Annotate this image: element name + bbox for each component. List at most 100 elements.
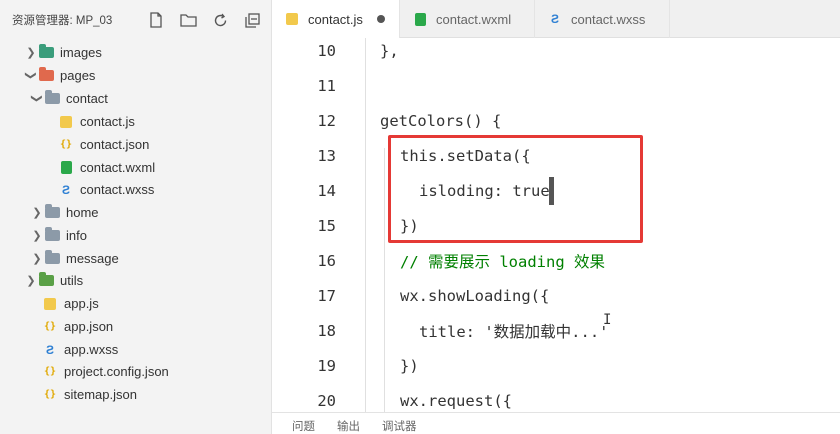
new-folder-icon[interactable] (172, 8, 204, 32)
chevron-right-icon: ❯ (26, 275, 36, 287)
tab-problems[interactable]: 问题 (292, 418, 315, 434)
tree-file-project-config[interactable]: {} project.config.json (42, 360, 169, 383)
tree-item-label: app.js (64, 296, 99, 311)
tree-item-label: app.json (64, 319, 114, 334)
line-number: 18 (317, 321, 336, 340)
tree-item-label: app.wxss (64, 342, 119, 357)
chevron-right-icon: ❯ (32, 207, 42, 219)
text-cursor (549, 177, 554, 205)
tree-file-app-wxss[interactable]: Ƨ app.wxss (42, 338, 118, 361)
code-line: 20 wx.request({ (272, 383, 840, 412)
tab-contact-js[interactable]: contact.js (272, 0, 400, 38)
explorer-header: 资源管理器: MP_03 (0, 0, 271, 40)
code-text: wx.showLoading({ (400, 286, 550, 305)
tree-item-label: project.config.json (64, 364, 169, 379)
line-number: 20 (317, 391, 336, 410)
red-highlight-annotation (388, 135, 643, 243)
tree-file-contact-wxml[interactable]: contact.wxml (58, 156, 155, 179)
editor-tab-bar: contact.js contact.wxml Ƨ contact.wxss (272, 0, 840, 38)
code-text: getColors() { (380, 111, 502, 130)
tree-folder-utils[interactable]: ❯ utils (24, 269, 83, 292)
line-number: 19 (317, 356, 336, 375)
js-file-icon (58, 115, 74, 129)
tree-file-app-js[interactable]: app.js (42, 292, 99, 315)
code-line: 11 (272, 68, 840, 103)
tab-contact-wxml[interactable]: contact.wxml (400, 0, 535, 38)
code-comment: // 需要展示 loading 效果 (400, 252, 605, 271)
tab-debugger[interactable]: 调试器 (382, 418, 417, 434)
folder-icon (44, 90, 60, 106)
chevron-right-icon: ❯ (26, 47, 36, 59)
new-file-icon[interactable] (140, 8, 172, 32)
tree-item-label: pages (60, 68, 96, 83)
js-file-icon (284, 12, 300, 26)
wxss-file-icon: Ƨ (61, 182, 70, 197)
tree-item-label: contact (66, 91, 108, 106)
code-line: 16 // 需要展示 loading 效果 (272, 243, 840, 278)
folder-icon (44, 250, 60, 266)
tree-item-label: contact.js (80, 114, 135, 129)
tree-item-label: home (66, 205, 99, 220)
tab-label: contact.js (308, 11, 363, 27)
chevron-right-icon: ❯ (32, 253, 42, 265)
tree-file-contact-wxss[interactable]: Ƨ contact.wxss (58, 178, 154, 201)
tree-item-label: contact.wxml (80, 160, 156, 175)
wxss-file-icon: Ƨ (550, 12, 559, 26)
tab-output[interactable]: 输出 (337, 418, 360, 434)
explorer-title: 资源管理器: MP_03 (12, 15, 113, 27)
mouse-ibeam-icon: I (603, 312, 612, 328)
code-text: }) (400, 356, 419, 375)
unsaved-dot-icon[interactable] (376, 15, 385, 23)
tree-item-label: message (66, 251, 119, 266)
folder-icon (38, 272, 54, 288)
chevron-right-icon: ❯ (32, 230, 42, 242)
chevron-down-icon: ❯ (24, 70, 37, 81)
line-number: 13 (317, 146, 336, 165)
tree-item-label: contact.json (80, 137, 150, 152)
tab-label: contact.wxml (436, 11, 512, 27)
code-line: 18 title: '数据加载中...' (272, 313, 840, 348)
js-file-icon (42, 297, 58, 311)
json-file-icon: {} (43, 321, 57, 332)
code-line: 12 getColors() { (272, 103, 840, 138)
tree-item-label: info (66, 228, 87, 243)
line-number: 12 (317, 111, 336, 130)
line-number: 17 (317, 286, 336, 305)
tree-file-contact-json[interactable]: {} contact.json (58, 133, 149, 156)
folder-icon (44, 204, 60, 220)
collapse-all-icon[interactable] (236, 8, 268, 32)
refresh-icon[interactable] (204, 8, 236, 32)
code-text: wx.request({ (400, 391, 512, 410)
code-text: title: '数据加载中...' (419, 322, 609, 341)
json-file-icon: {} (43, 366, 57, 377)
tree-folder-contact[interactable]: ❯ contact (30, 87, 108, 110)
tree-file-sitemap[interactable]: {} sitemap.json (42, 383, 137, 406)
tab-label: contact.wxss (571, 11, 646, 27)
code-text: }, (380, 41, 399, 60)
tree-file-app-json[interactable]: {} app.json (42, 315, 113, 338)
explorer-sidebar: 资源管理器: MP_03 ❯ images ❯ pages ❯ contact … (0, 0, 272, 434)
tree-folder-info[interactable]: ❯ info (30, 224, 87, 247)
tree-folder-message[interactable]: ❯ message (30, 247, 119, 270)
tree-folder-home[interactable]: ❯ home (30, 201, 99, 224)
line-number: 10 (317, 41, 336, 60)
tree-item-label: contact.wxss (80, 182, 155, 197)
code-line: 17 wx.showLoading({ (272, 278, 840, 313)
tree-item-label: utils (60, 273, 84, 288)
tree-item-label: images (60, 45, 102, 60)
tree-folder-images[interactable]: ❯ images (24, 41, 102, 64)
wxml-file-icon (412, 12, 428, 26)
tree-folder-pages[interactable]: ❯ pages (24, 64, 95, 87)
folder-icon (38, 67, 54, 83)
code-line: 10 }, (272, 38, 840, 68)
tree-item-label: sitemap.json (64, 387, 137, 402)
folder-icon (38, 44, 54, 60)
chevron-down-icon: ❯ (30, 93, 43, 104)
tree-file-contact-js[interactable]: contact.js (58, 110, 135, 133)
bottom-panel-tabs: 问题 输出 调试器 (272, 412, 840, 434)
wxss-file-icon: Ƨ (45, 342, 54, 357)
folder-icon (44, 227, 60, 243)
code-line: 19 }) (272, 348, 840, 383)
json-file-icon: {} (59, 139, 73, 150)
tab-contact-wxss[interactable]: Ƨ contact.wxss (535, 0, 670, 38)
